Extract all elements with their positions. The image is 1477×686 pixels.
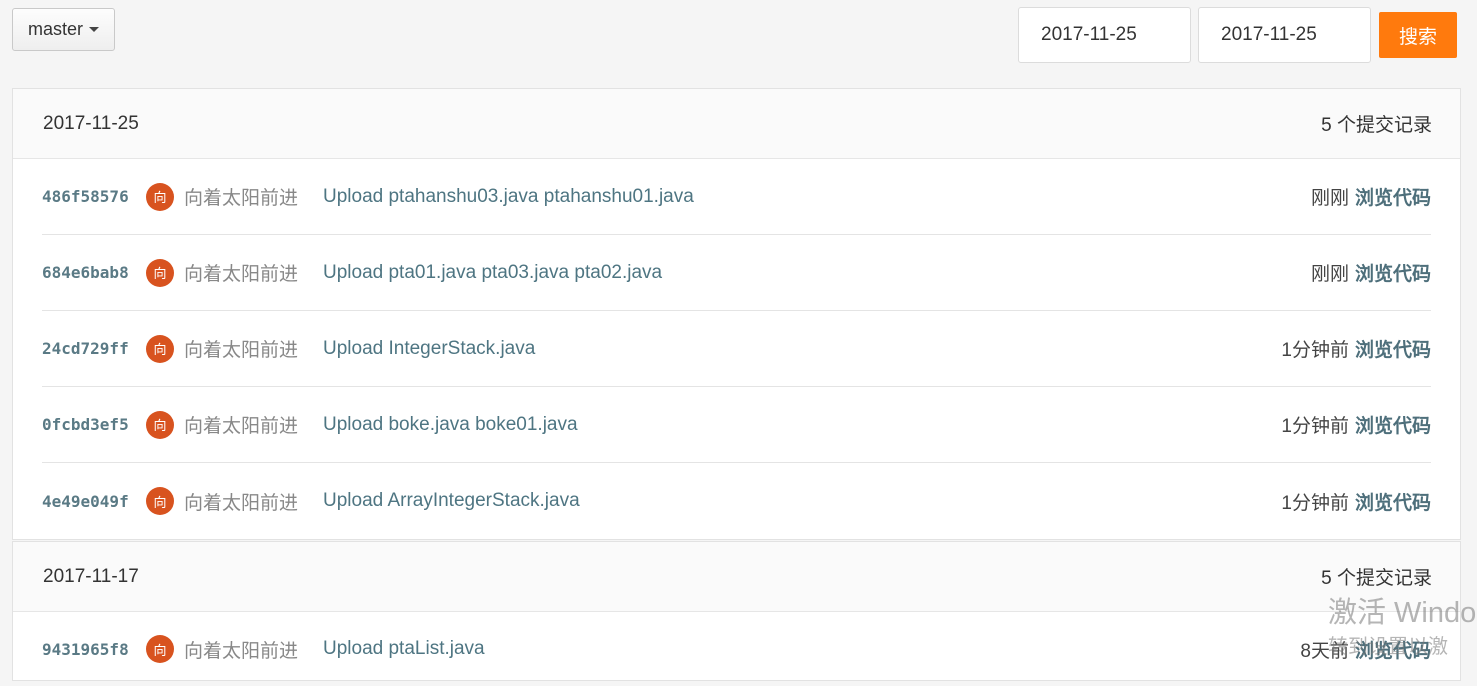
avatar[interactable]: 向 xyxy=(146,258,174,287)
commit-author[interactable]: 向着太阳前进 xyxy=(184,636,323,663)
commit-time: 刚刚 xyxy=(1310,264,1349,285)
search-button[interactable]: 搜索 xyxy=(1379,12,1457,58)
avatar[interactable]: 向 xyxy=(146,487,174,515)
group-date: 2017-11-25 xyxy=(43,112,139,134)
avatar[interactable]: 向 xyxy=(146,635,174,663)
commit-message-link[interactable]: Upload pta01.java pta03.java pta02.java xyxy=(323,262,1311,284)
commit-author[interactable]: 向着太阳前进 xyxy=(184,411,323,438)
commit-author[interactable]: 向着太阳前进 xyxy=(184,335,323,362)
browse-code-link[interactable]: 浏览代码 xyxy=(1355,259,1431,286)
commit-row: 0fcbd3ef5 向 向着太阳前进 Upload boke.java boke… xyxy=(42,387,1431,463)
commit-row: 4e49e049f 向 向着太阳前进 Upload ArrayIntegerSt… xyxy=(42,463,1431,539)
commit-time: 1分钟前 xyxy=(1281,492,1349,514)
branch-selector[interactable]: master xyxy=(12,8,115,51)
browse-code-link[interactable]: 浏览代码 xyxy=(1355,411,1431,438)
group-commit-count: 5 个提交记录 xyxy=(1321,568,1432,589)
commit-group: 2017-11-17 5 个提交记录 9431965f8 向 向着太阳前进 Up… xyxy=(12,541,1461,681)
commit-time: 1分钟前 xyxy=(1281,340,1349,361)
commit-time: 刚刚 xyxy=(1310,188,1349,209)
browse-code-link[interactable]: 浏览代码 xyxy=(1355,488,1431,515)
group-header: 2017-11-17 5 个提交记录 xyxy=(13,542,1460,612)
commit-time: 8天前 xyxy=(1300,640,1349,662)
commit-author[interactable]: 向着太阳前进 xyxy=(184,259,323,286)
commit-row: 9431965f8 向 向着太阳前进 Upload ptaList.java 8… xyxy=(42,612,1431,686)
browse-code-link[interactable]: 浏览代码 xyxy=(1355,183,1431,210)
commit-row: 486f58576 向 向着太阳前进 Upload ptahanshu03.ja… xyxy=(42,159,1431,235)
commit-time: 1分钟前 xyxy=(1281,416,1349,437)
browse-code-link[interactable]: 浏览代码 xyxy=(1355,335,1431,362)
commit-author[interactable]: 向着太阳前进 xyxy=(184,488,323,515)
group-date: 2017-11-17 xyxy=(43,565,139,587)
branch-label: master xyxy=(27,19,83,39)
avatar[interactable]: 向 xyxy=(146,410,174,439)
commit-sha-link[interactable]: 9431965f8 xyxy=(42,640,146,659)
commit-message-link[interactable]: Upload ArrayIntegerStack.java xyxy=(323,490,1281,512)
commit-sha-link[interactable]: 486f58576 xyxy=(42,187,146,206)
commit-sha-link[interactable]: 24cd729ff xyxy=(42,339,146,358)
commit-row: 684e6bab8 向 向着太阳前进 Upload pta01.java pta… xyxy=(42,235,1431,311)
group-commit-count: 5 个提交记录 xyxy=(1321,115,1432,136)
caret-down-icon xyxy=(89,27,99,32)
commit-author[interactable]: 向着太阳前进 xyxy=(184,183,323,210)
end-date-input[interactable] xyxy=(1198,7,1371,63)
commit-sha-link[interactable]: 0fcbd3ef5 xyxy=(42,415,146,434)
commit-message-link[interactable]: Upload ptaList.java xyxy=(323,638,1300,660)
start-date-input[interactable] xyxy=(1018,7,1191,63)
group-header: 2017-11-25 5 个提交记录 xyxy=(13,89,1460,159)
commit-message-link[interactable]: Upload ptahanshu03.java ptahanshu01.java xyxy=(323,186,1311,208)
browse-code-link[interactable]: 浏览代码 xyxy=(1355,636,1431,663)
commit-sha-link[interactable]: 684e6bab8 xyxy=(42,263,146,282)
commit-message-link[interactable]: Upload boke.java boke01.java xyxy=(323,414,1281,436)
commit-row: 24cd729ff 向 向着太阳前进 Upload IntegerStack.j… xyxy=(42,311,1431,387)
avatar[interactable]: 向 xyxy=(146,334,174,363)
commit-sha-link[interactable]: 4e49e049f xyxy=(42,492,146,511)
commit-group: 2017-11-25 5 个提交记录 486f58576 向 向着太阳前进 Up… xyxy=(12,88,1461,540)
avatar[interactable]: 向 xyxy=(146,182,174,211)
commit-message-link[interactable]: Upload IntegerStack.java xyxy=(323,338,1281,360)
